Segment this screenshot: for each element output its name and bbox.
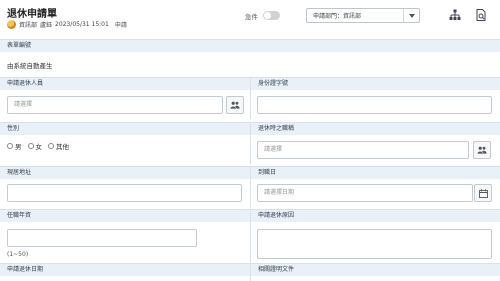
- chevron-down-icon: [403, 9, 419, 22]
- years-label: 任職年資: [0, 209, 250, 222]
- docs-label: 相關證明文件: [251, 263, 500, 276]
- reason-input[interactable]: [257, 229, 492, 259]
- serial-label: 表單編號: [0, 39, 500, 52]
- gender-radio-group: 男 女 其他: [7, 141, 69, 151]
- gender-option-female[interactable]: 女: [27, 141, 43, 151]
- column-divider: [250, 209, 251, 263]
- gender-option-label: 女: [35, 143, 43, 151]
- status-badge: 申請: [114, 21, 127, 29]
- radio-circle: [48, 143, 54, 149]
- users-icon: [477, 146, 487, 154]
- column-divider: [250, 122, 251, 164]
- radio-circle: [7, 143, 13, 149]
- document-search-icon[interactable]: [475, 9, 487, 21]
- date-picker-button[interactable]: [474, 184, 492, 202]
- retire-date-label: 申請退休日期: [0, 263, 250, 276]
- years-hint: (1~50): [7, 251, 29, 258]
- avatar: [7, 19, 16, 29]
- column-divider: [250, 263, 251, 281]
- applicant-meta: 資訊部 盧鈺 2023/05/31 15:01 申請: [7, 19, 127, 29]
- address-label: 現居地址: [0, 166, 250, 179]
- department-text: 資訊部: [19, 21, 38, 29]
- department-select[interactable]: 申請部門：資訊部: [306, 8, 420, 23]
- toggle-knob: [264, 12, 271, 19]
- gender-option-other[interactable]: 其他: [48, 141, 69, 151]
- applicant-picker-button[interactable]: [226, 96, 244, 114]
- users-icon: [230, 101, 240, 109]
- form-header: 退休申請單 資訊部 盧鈺 2023/05/31 15:01 申請 急件 申請部門…: [0, 0, 500, 36]
- position-label: 退休時之職稱: [251, 122, 500, 135]
- address-input[interactable]: [7, 184, 242, 202]
- org-chart-icon[interactable]: [449, 9, 461, 21]
- reason-label: 申請退休原因: [251, 209, 500, 222]
- last-day-input[interactable]: 請選擇日期: [257, 184, 473, 202]
- page-title: 退休申請單: [7, 9, 57, 20]
- applicant-input[interactable]: 請選擇: [7, 96, 223, 114]
- column-divider: [250, 77, 251, 119]
- position-picker-button[interactable]: [473, 141, 491, 159]
- urgent-toggle[interactable]: [263, 11, 280, 20]
- position-input[interactable]: 請選擇: [257, 141, 469, 159]
- gender-option-label: 男: [15, 143, 22, 151]
- last-day-label: 到職日: [251, 166, 500, 179]
- gender-option-label: 其他: [56, 143, 69, 151]
- gender-option-male[interactable]: 男: [7, 141, 22, 151]
- serial-value: 由系統自動產生: [7, 62, 53, 70]
- applicant-label: 申請退休人員: [0, 77, 250, 90]
- department-select-value: 申請部門：資訊部: [313, 13, 362, 20]
- submit-datetime: 2023/05/31 15:01: [55, 20, 109, 28]
- radio-circle: [27, 143, 34, 149]
- gender-label: 性別: [0, 122, 250, 135]
- id-number-input[interactable]: [257, 96, 492, 114]
- column-divider: [250, 166, 251, 208]
- applicant-name: 盧鈺: [40, 21, 53, 29]
- calendar-icon: [478, 188, 488, 198]
- urgent-label: 急件: [245, 13, 258, 21]
- id-number-label: 身份證字號: [251, 77, 500, 90]
- years-input[interactable]: [7, 229, 197, 247]
